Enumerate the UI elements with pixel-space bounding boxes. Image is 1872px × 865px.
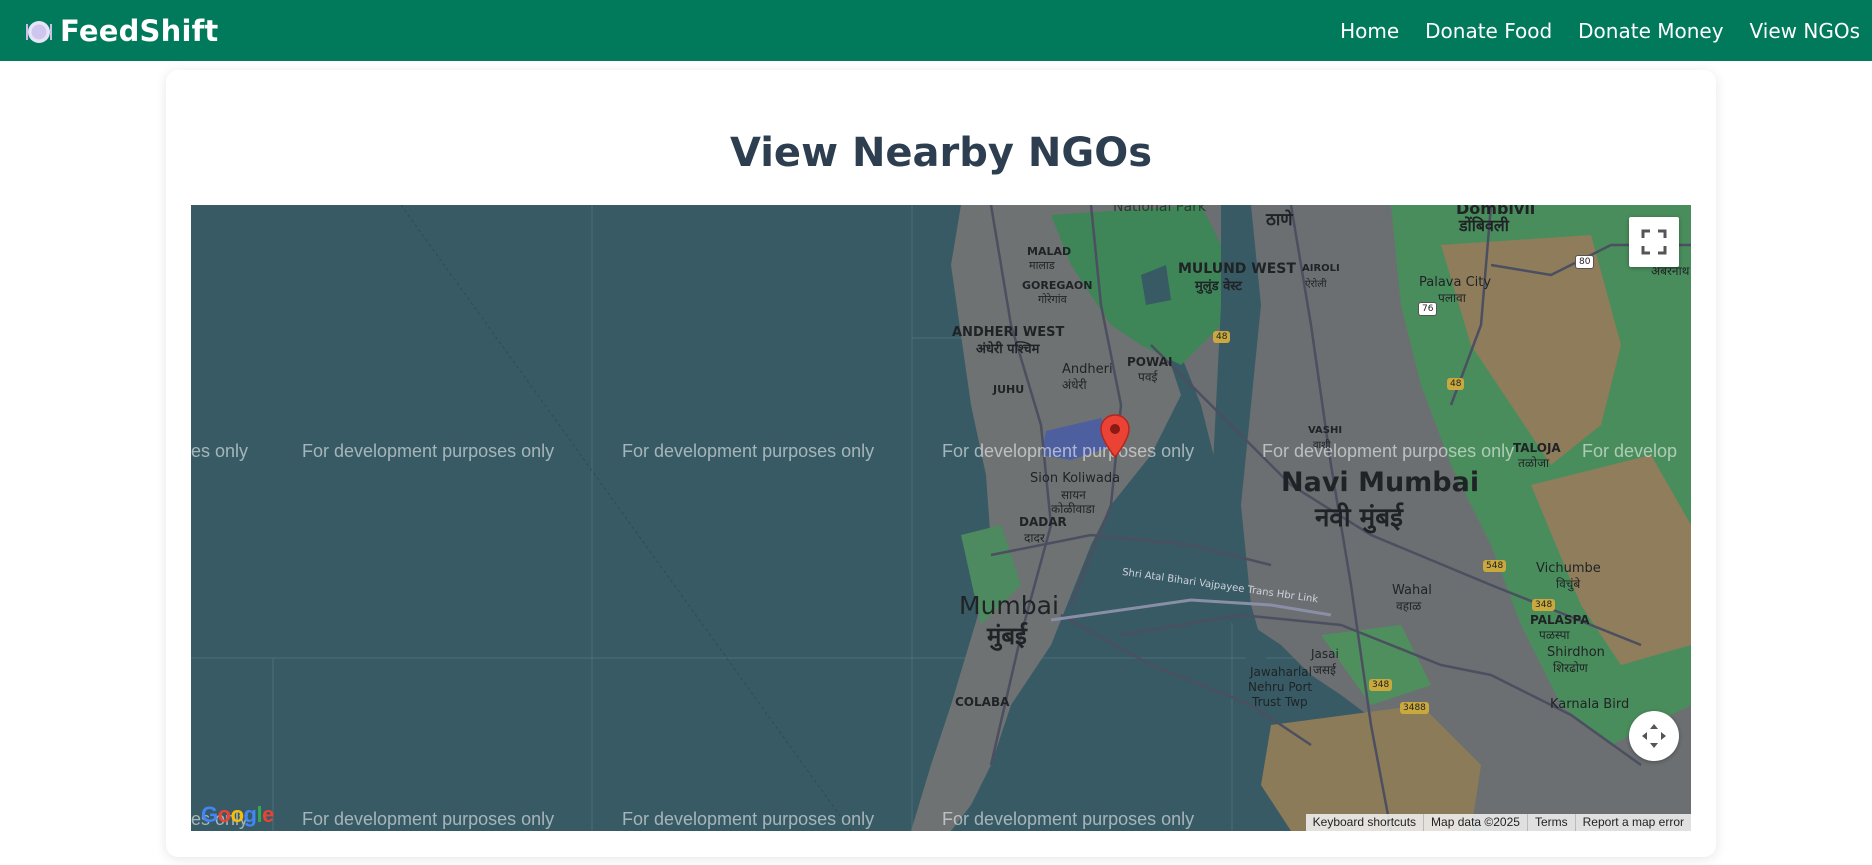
place-label: National Park xyxy=(1113,205,1207,215)
place-label: ऐरोली xyxy=(1305,279,1327,290)
place-label: मुंबई xyxy=(987,622,1027,650)
camera-control-button[interactable] xyxy=(1629,711,1679,761)
place-label: मालाड xyxy=(1029,259,1055,272)
place-label: विचुंबे xyxy=(1556,577,1581,591)
place-label: वहाळ xyxy=(1396,599,1422,613)
place-label: Jasai xyxy=(1311,647,1339,661)
place-label: Jawaharlal xyxy=(1250,665,1312,679)
place-label: Nehru Port xyxy=(1248,680,1313,694)
place-label: Shirdhon xyxy=(1547,645,1605,660)
place-label: PALASPA xyxy=(1530,613,1590,627)
nav-view-ngos[interactable]: View NGOs xyxy=(1750,19,1860,43)
place-label: TALOJA xyxy=(1513,441,1561,455)
place-label: GOREGAON xyxy=(1022,279,1093,292)
place-label: Andheri xyxy=(1062,362,1113,377)
place-label: अंधेरी पश्चिम xyxy=(976,342,1040,357)
place-label: Sion Koliwada xyxy=(1030,471,1121,486)
brand-name: FeedShift xyxy=(60,13,219,48)
place-label: COLABA xyxy=(955,695,1010,709)
place-label: ठाणे xyxy=(1266,210,1293,230)
place-label: मुलुंड वेस्ट xyxy=(1195,279,1242,294)
fullscreen-button[interactable] xyxy=(1629,217,1679,267)
page-title: View Nearby NGOs xyxy=(729,130,1153,176)
place-label: अंधेरी xyxy=(1062,378,1087,392)
location-pin-icon[interactable] xyxy=(1099,413,1131,459)
road-shield: 3488 xyxy=(1400,702,1429,714)
place-label: दादर xyxy=(1024,531,1045,545)
road-shield: 76 xyxy=(1418,302,1438,316)
nav-links: Home Donate Food Donate Money View NGOs xyxy=(1340,19,1860,43)
keyboard-shortcuts-link[interactable]: Keyboard shortcuts xyxy=(1306,814,1423,831)
road-shield: 48 xyxy=(1447,378,1465,390)
place-label: Wahal xyxy=(1392,583,1432,598)
place-label: Shri Atal Bihari Vajpayee Trans Hbr Link xyxy=(1121,567,1319,606)
google-logo[interactable]: Google xyxy=(201,802,274,828)
place-label: DADAR xyxy=(1019,515,1067,529)
navbar: FeedShift Home Donate Food Donate Money … xyxy=(0,0,1872,61)
place-label: AIROLI xyxy=(1302,263,1340,274)
map-attribution: Keyboard shortcuts Map data ©2025 Terms … xyxy=(1305,814,1691,831)
road-shield: 48 xyxy=(1213,331,1231,343)
place-label: MALAD xyxy=(1027,245,1072,258)
place-label: POWAI xyxy=(1127,355,1173,369)
place-label: Vichumbe xyxy=(1536,561,1601,576)
place-label: डोंबिवली xyxy=(1459,216,1509,235)
place-label: MULUND WEST xyxy=(1178,261,1296,277)
place-label: शिरढोण xyxy=(1553,661,1588,675)
place-label: पवई xyxy=(1138,370,1158,384)
place-label: तळोजा xyxy=(1518,456,1550,470)
place-label: वाशी xyxy=(1313,440,1331,451)
road-shield: 80 xyxy=(1575,255,1595,269)
brand[interactable]: FeedShift xyxy=(24,14,218,48)
place-label: Navi Mumbai xyxy=(1281,467,1480,498)
nav-home[interactable]: Home xyxy=(1340,19,1399,43)
place-label: Karnala Bird xyxy=(1550,697,1630,712)
place-label: Trust Twp xyxy=(1252,695,1308,709)
fullscreen-icon xyxy=(1641,229,1667,255)
nav-donate-food[interactable]: Donate Food xyxy=(1425,19,1552,43)
report-error-link[interactable]: Report a map error xyxy=(1574,814,1691,831)
place-label: जसई xyxy=(1313,663,1336,677)
place-label: गोरेगांव xyxy=(1038,293,1067,306)
place-label: Mumbai xyxy=(959,591,1059,620)
road-shield: 548 xyxy=(1483,560,1507,572)
ngo-map[interactable]: es only For development purposes only Fo… xyxy=(191,205,1691,831)
place-label: JUHU xyxy=(993,383,1025,396)
map-labels: National Park ठाणे Dombivli डोंबिवली MAL… xyxy=(191,205,1691,831)
map-data-label: Map data ©2025 xyxy=(1423,814,1527,831)
camera-control-icon xyxy=(1642,724,1666,748)
place-label: VASHI xyxy=(1308,425,1343,436)
nav-donate-money[interactable]: Donate Money xyxy=(1578,19,1723,43)
plate-icon xyxy=(26,20,52,43)
place-label: पलावा xyxy=(1438,291,1466,305)
terms-link[interactable]: Terms xyxy=(1526,814,1575,831)
main-card: View Nearby NGOs es only For development… xyxy=(166,70,1716,857)
road-shield: 348 xyxy=(1369,679,1393,691)
place-label: ANDHERI WEST xyxy=(952,325,1065,340)
place-label: Palava City xyxy=(1419,275,1492,290)
place-label: पळस्पा xyxy=(1539,628,1570,642)
road-shield: 348 xyxy=(1532,599,1556,611)
place-label: नवी मुंबई xyxy=(1315,503,1403,533)
